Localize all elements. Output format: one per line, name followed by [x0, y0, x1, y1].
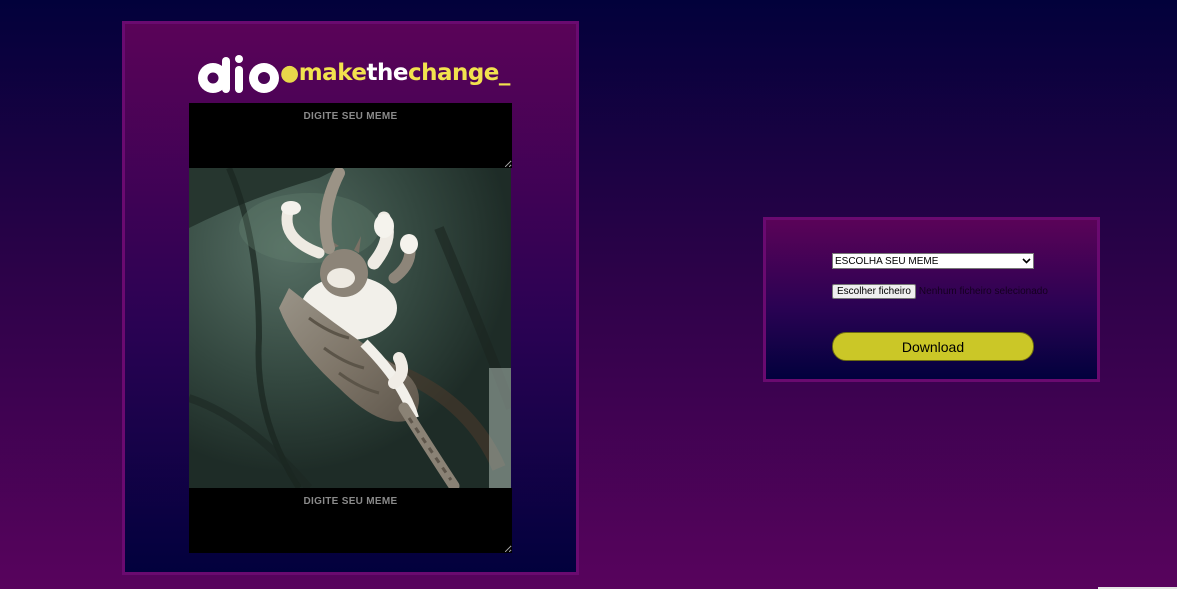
tagline-make: make — [298, 60, 367, 86]
meme-select[interactable]: ESCOLHA SEU MEME — [832, 253, 1034, 269]
tagline-the: the — [366, 60, 408, 86]
download-button[interactable]: Download — [832, 332, 1034, 361]
tagline-underscore: _ — [498, 60, 511, 86]
tagline-change: change — [407, 60, 499, 86]
chevron-down-icon — [1022, 258, 1031, 264]
meme-select-value: ESCOLHA SEU MEME — [835, 255, 939, 267]
bottom-text-input[interactable] — [189, 488, 512, 553]
tagline-dot: ● — [280, 61, 299, 86]
top-text-input[interactable] — [189, 103, 512, 168]
meme-image — [189, 168, 511, 488]
logo-tagline: ●makethechange_ — [280, 62, 510, 85]
control-panel: ESCOLHA SEU MEME Escolher ficheiro Nenhum… — [763, 217, 1100, 382]
dio-logo-mark — [198, 55, 279, 93]
file-upload: Escolher ficheiro Nenhum ficheiro selecio… — [832, 283, 1048, 300]
cat-photo — [189, 168, 511, 488]
meme-panel: ●makethechange_ — [122, 21, 579, 575]
dio-logo: ●makethechange_ — [196, 54, 516, 96]
choose-file-button[interactable]: Escolher ficheiro — [832, 284, 916, 300]
download-button-label: Download — [901, 338, 965, 355]
file-status-text: Nenhum ficheiro selecionado — [918, 286, 1048, 298]
